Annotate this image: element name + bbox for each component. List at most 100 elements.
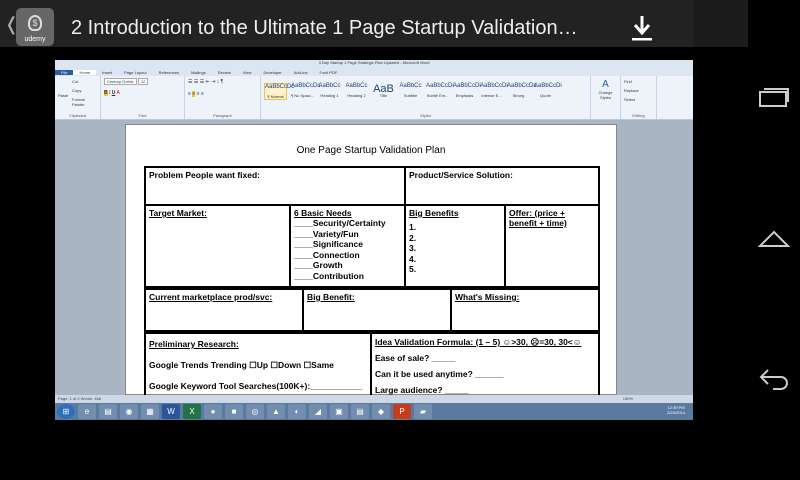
style-subtitle[interactable]: AaBbCc Subtitle bbox=[399, 83, 422, 100]
start-button-icon[interactable]: ⊞ bbox=[57, 404, 75, 419]
app-icon[interactable]: ■ bbox=[225, 404, 243, 419]
style-name: Quote bbox=[540, 93, 551, 98]
style-strong[interactable]: AaBbCcDc Strong bbox=[507, 83, 536, 100]
overflow-area bbox=[694, 0, 748, 47]
system-nav-bar bbox=[748, 0, 800, 480]
italic-button[interactable]: I bbox=[109, 90, 110, 96]
copy-button[interactable]: Copy bbox=[72, 88, 97, 93]
internet-explorer-icon[interactable]: e bbox=[78, 404, 96, 419]
problem-cell[interactable]: Problem People want fixed: bbox=[144, 166, 406, 206]
evernote-icon[interactable]: ◆ bbox=[372, 404, 390, 419]
app-icon[interactable]: ▦ bbox=[141, 404, 159, 419]
style-name: Emphasis bbox=[455, 93, 474, 98]
style-name: Heading 1 bbox=[320, 93, 339, 98]
tab-add-ins[interactable]: Add-Ins bbox=[288, 70, 314, 75]
style-sample: AaBbCcDi bbox=[453, 83, 481, 89]
paste-button[interactable]: Paste bbox=[58, 93, 68, 98]
tab-insert[interactable]: Insert bbox=[96, 70, 118, 75]
app-icon[interactable]: ▤ bbox=[351, 404, 369, 419]
download-icon[interactable] bbox=[630, 14, 654, 42]
paragraph-group: ☰ ☰ ☰ ⇤ ⇥ ↕ ¶ ≡ ≡ ≡ ≡ Paragraph bbox=[185, 76, 261, 119]
marketplace-row: Current marketplace prod/svc: Big Benefi… bbox=[144, 288, 600, 334]
research-row: Preliminary Research: Google Trends Tren… bbox=[144, 330, 600, 402]
explorer-icon[interactable]: ▤ bbox=[99, 404, 117, 419]
basic-need-item: ____Significance bbox=[294, 239, 363, 250]
app-icon[interactable]: ◢ bbox=[309, 404, 327, 419]
style-normal[interactable]: AaBbCcDc ¶ Normal bbox=[264, 83, 294, 100]
powerpoint-icon[interactable]: P bbox=[393, 404, 411, 419]
style-title[interactable]: AaB Title bbox=[372, 83, 395, 100]
font-size-select[interactable]: 12 bbox=[137, 78, 149, 85]
system-clock[interactable]: 12:39 PM 2/24/2014 bbox=[667, 405, 685, 415]
word-title-bar: 3 Day Startup 1 Page Strategic Plan Upda… bbox=[55, 60, 693, 68]
keyword-searches-text: Google Keyword Tool Searches(100K+):____… bbox=[149, 381, 363, 391]
video-title: 2 Introduction to the Ultimate 1 Page St… bbox=[71, 17, 578, 39]
app-icon[interactable]: ◐ bbox=[288, 404, 306, 419]
style-subtle-em[interactable]: AaBbCcDi Subtle Em... bbox=[426, 83, 454, 100]
tab-page-layout[interactable]: Page Layout bbox=[118, 70, 152, 75]
benefit-item: 3. bbox=[409, 243, 417, 254]
replace-button[interactable]: Replace bbox=[624, 88, 653, 93]
word-status-bar: Page: 1 of 2 Words: 466 150% bbox=[55, 395, 693, 403]
style-name: Title bbox=[379, 93, 388, 98]
udemy-app-icon[interactable]: $ udemy bbox=[16, 8, 54, 46]
select-button[interactable]: Select bbox=[624, 97, 653, 102]
find-button[interactable]: Find bbox=[624, 79, 653, 84]
underline-button[interactable]: U bbox=[112, 90, 116, 96]
style-sample: AaBbCcDc bbox=[291, 83, 321, 89]
tab-mailings[interactable]: Mailings bbox=[185, 70, 212, 75]
google-trends-text[interactable]: Google Trends Trending ☐Up ☐Down ☐Same bbox=[149, 355, 367, 376]
app-icon[interactable]: ▣ bbox=[330, 404, 348, 419]
tab-developer[interactable]: Developer bbox=[257, 70, 287, 75]
google-drive-icon[interactable]: ▲ bbox=[267, 404, 285, 419]
whats-missing-label: What's Missing: bbox=[455, 292, 520, 302]
tab-view[interactable]: View bbox=[237, 70, 258, 75]
home-icon[interactable] bbox=[758, 226, 790, 250]
clock-date: 2/24/2014 bbox=[667, 410, 685, 415]
style-no-spaci[interactable]: AaBbCcDc ¶ No Spaci... bbox=[291, 83, 321, 100]
tab-foxit-pdf[interactable]: Foxit PDF bbox=[314, 70, 344, 75]
style-name: Heading 2 bbox=[347, 93, 366, 98]
offer-cell[interactable]: Offer: (price + benefit + time) bbox=[504, 204, 600, 288]
tab-references[interactable]: References bbox=[153, 70, 185, 75]
font-color-button[interactable]: A bbox=[117, 90, 120, 96]
back-icon[interactable] bbox=[758, 366, 790, 390]
font-name-select[interactable]: Century Gothic bbox=[104, 78, 137, 85]
style-name: Subtitle bbox=[403, 93, 418, 98]
tab-review[interactable]: Review bbox=[212, 70, 237, 75]
format-painter-button[interactable]: Format Painter bbox=[72, 97, 97, 107]
basic-needs-cell[interactable]: 6 Basic Needs ____Security/Certainty ____V… bbox=[289, 204, 406, 288]
solution-cell[interactable]: Product/Service Solution: bbox=[404, 166, 600, 206]
offer-label: Offer: (price + benefit + time) bbox=[509, 208, 567, 228]
app-icon[interactable]: ▰ bbox=[414, 404, 432, 419]
benefit-item: 5. bbox=[409, 264, 417, 275]
align-buttons[interactable]: ≡ ≡ ≡ ≡ bbox=[188, 91, 257, 97]
word-icon[interactable]: W bbox=[162, 404, 180, 419]
change-styles-button[interactable]: A Change Styles bbox=[591, 76, 621, 119]
app-icon[interactable]: ● bbox=[204, 404, 222, 419]
style-heading-1[interactable]: AaBbCc Heading 1 bbox=[318, 83, 341, 100]
preliminary-research-label: Preliminary Research: bbox=[149, 339, 239, 349]
zoom-level[interactable]: 150% bbox=[623, 395, 633, 403]
windows-taskbar: ⊞ e ▤ ◉ ▦ W X ● ■ ◎ ▲ ◐ ◢ ▣ ▤ ◆ P ▰ 12:3… bbox=[55, 403, 693, 420]
excel-icon[interactable]: X bbox=[183, 404, 201, 419]
big-benefits-cell[interactable]: Big Benefits 1. 2. 3. 4. 5. bbox=[404, 204, 506, 288]
style-emphasis[interactable]: AaBbCcDi Emphasis bbox=[453, 83, 481, 100]
document-area[interactable]: One Page Startup Validation Plan Problem… bbox=[55, 120, 693, 402]
document-page[interactable]: One Page Startup Validation Plan Problem… bbox=[125, 124, 617, 402]
recent-apps-icon[interactable] bbox=[758, 86, 790, 110]
tab-home[interactable]: Home bbox=[73, 69, 97, 75]
video-player[interactable]: 3 Day Startup 1 Page Strategic Plan Upda… bbox=[55, 60, 693, 420]
tab-file[interactable]: File bbox=[55, 69, 74, 75]
style-intense-e[interactable]: AaBbCcDi Intense E... bbox=[480, 83, 508, 100]
group-label: Clipboard bbox=[68, 113, 87, 118]
style-sample: AaB bbox=[373, 83, 394, 95]
bold-button[interactable]: B bbox=[104, 90, 108, 96]
chrome-icon[interactable]: ◎ bbox=[246, 404, 264, 419]
app-icon[interactable]: ◉ bbox=[120, 404, 138, 419]
list-buttons[interactable]: ☰ ☰ ☰ ⇤ ⇥ ↕ ¶ bbox=[188, 79, 257, 85]
style-quote[interactable]: AaBbCcDi Quote bbox=[534, 83, 562, 100]
style-heading-2[interactable]: AaBbCc Heading 2 bbox=[345, 83, 368, 100]
cut-button[interactable]: Cut bbox=[72, 79, 97, 84]
page-word-count: Page: 1 of 2 Words: 466 bbox=[58, 396, 102, 401]
